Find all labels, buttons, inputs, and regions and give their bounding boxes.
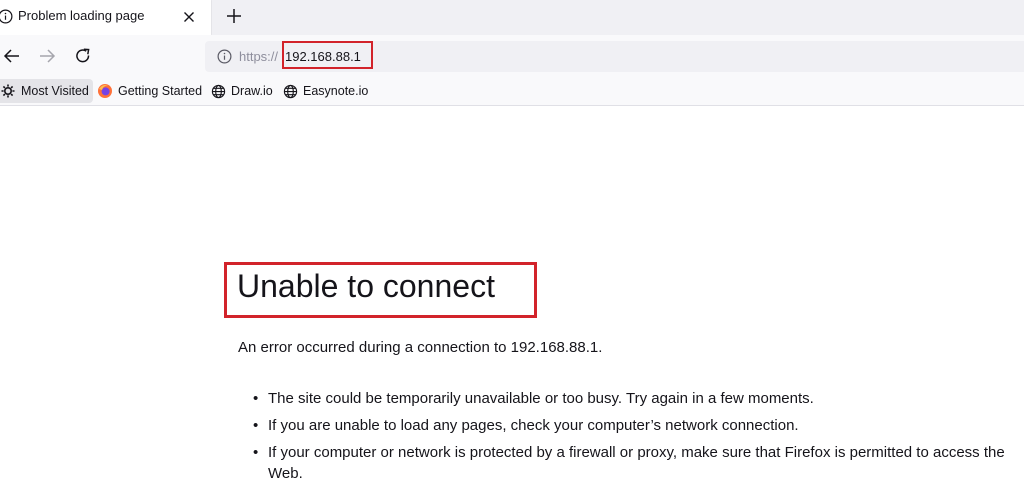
url-highlight-box [282, 41, 373, 69]
bookmark-label: Easynote.io [303, 84, 369, 98]
list-item: If your computer or network is protected… [253, 442, 1018, 484]
arrow-left-icon[interactable] [2, 46, 22, 66]
bookmark-label: Most Visited [21, 84, 89, 98]
reload-icon[interactable] [73, 46, 93, 66]
bookmarks-toolbar: Most Visited Getting Started Draw.io Eas… [0, 77, 1024, 106]
error-title: Unable to connect [237, 268, 495, 304]
gear-icon [1, 84, 15, 98]
firefox-icon [98, 84, 112, 98]
list-item: The site could be temporarily unavailabl… [253, 388, 1018, 409]
error-description: An error occurred during a connection to… [238, 339, 603, 356]
address-bar[interactable]: https:// 192.168.88.1 [205, 41, 1024, 72]
tab-strip: Problem loading page [0, 0, 1024, 35]
globe-icon [211, 84, 226, 98]
tab-problem-loading-page[interactable]: Problem loading page [0, 0, 211, 35]
bookmark-getting-started[interactable]: Getting Started [93, 79, 206, 103]
bookmark-draw-io[interactable]: Draw.io [207, 79, 277, 103]
arrow-right-icon[interactable] [37, 46, 57, 66]
bookmark-label: Getting Started [118, 84, 203, 98]
error-suggestions-list: The site could be temporarily unavailabl… [253, 388, 1018, 490]
bookmark-label: Draw.io [231, 84, 273, 98]
error-page: Unable to connect An error occurred duri… [0, 106, 1024, 494]
list-item: If you are unable to load any pages, che… [253, 415, 1018, 436]
navigation-toolbar: https:// 192.168.88.1 [0, 35, 1024, 77]
plus-icon[interactable] [223, 5, 245, 27]
bookmark-most-visited[interactable]: Most Visited [0, 79, 93, 103]
tab-title: Problem loading page [18, 8, 145, 23]
close-icon[interactable] [180, 8, 198, 26]
info-icon [0, 9, 13, 24]
url-scheme: https:// [239, 49, 279, 64]
bookmark-easynote-io[interactable]: Easynote.io [279, 79, 372, 103]
site-info-icon[interactable] [217, 49, 232, 64]
globe-icon [283, 84, 298, 98]
